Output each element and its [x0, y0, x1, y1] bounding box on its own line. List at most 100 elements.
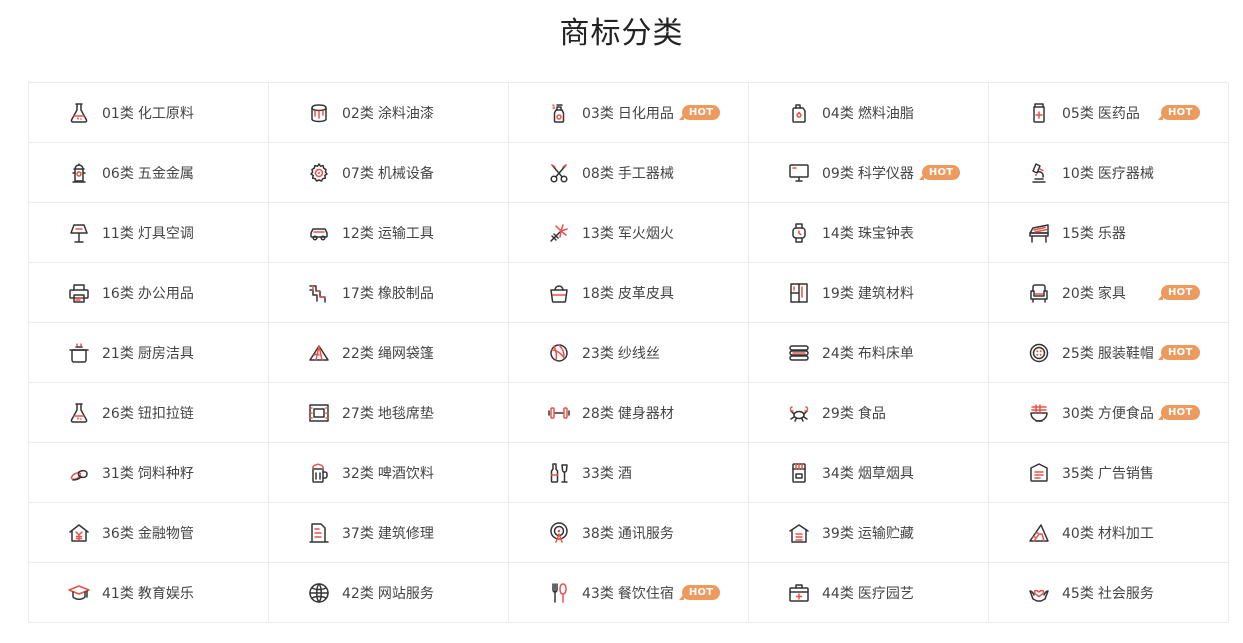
- category-item-27[interactable]: 27类 地毯席垫: [269, 383, 509, 443]
- category-item-01[interactable]: 01类 化工原料: [29, 83, 269, 143]
- category-item-28[interactable]: 28类 健身器材: [509, 383, 749, 443]
- category-name: 食品: [857, 405, 886, 422]
- category-name: 服装鞋帽: [1097, 345, 1154, 362]
- category-item-39[interactable]: 39类 运输贮藏: [749, 503, 989, 563]
- category-number: 03类: [582, 105, 614, 122]
- category-item-25[interactable]: 25类 服装鞋帽 HOT: [989, 323, 1229, 383]
- category-item-35[interactable]: 35类 广告销售: [989, 443, 1229, 503]
- category-item-09[interactable]: 09类 科学仪器 HOT: [749, 143, 989, 203]
- category-item-05[interactable]: 05类 医药品 HOT: [989, 83, 1229, 143]
- category-number: 28类: [582, 405, 614, 422]
- handbag-icon: [547, 281, 571, 305]
- printer-icon: [67, 281, 91, 305]
- category-item-33[interactable]: 33类酒: [509, 443, 749, 503]
- building-icon: [307, 521, 331, 545]
- category-item-37[interactable]: 37类 建筑修理: [269, 503, 509, 563]
- crab-icon: [787, 401, 811, 425]
- category-item-19[interactable]: 19类 建筑材料: [749, 263, 989, 323]
- car-icon: [307, 221, 331, 245]
- category-item-17[interactable]: 17类 橡胶制品: [269, 263, 509, 323]
- category-number: 32类: [342, 465, 374, 482]
- category-number: 31类: [102, 465, 134, 482]
- category-item-40[interactable]: 40类 材料加工: [989, 503, 1229, 563]
- armchair-icon: [1027, 281, 1051, 305]
- hot-badge: HOT: [1158, 405, 1200, 420]
- category-item-02[interactable]: 02类 涂料油漆: [269, 83, 509, 143]
- category-number: 15类: [1062, 225, 1094, 242]
- scissors-icon: [547, 161, 571, 185]
- category-name: 教育娱乐: [137, 585, 194, 602]
- category-name: 社会服务: [1097, 585, 1154, 602]
- category-item-11[interactable]: 11类 灯具空调: [29, 203, 269, 263]
- category-number: 05类: [1062, 105, 1094, 122]
- fire-hydrant-icon: [67, 161, 91, 185]
- category-item-20[interactable]: 20类 家具 HOT: [989, 263, 1229, 323]
- category-item-44[interactable]: 44类 医疗园艺: [749, 563, 989, 623]
- category-item-41[interactable]: 41类 教育娱乐: [29, 563, 269, 623]
- category-item-24[interactable]: 24类 布料床单: [749, 323, 989, 383]
- hot-badge: HOT: [1158, 285, 1200, 300]
- category-number: 17类: [342, 285, 374, 302]
- hot-badge: HOT: [678, 105, 721, 120]
- category-number: 10类: [1062, 165, 1094, 182]
- category-item-08[interactable]: 08类 手工器械: [509, 143, 749, 203]
- flask-icon: [67, 401, 91, 425]
- category-number: 35类: [1062, 465, 1094, 482]
- category-name: 材料加工: [1097, 525, 1154, 542]
- category-item-13[interactable]: 13类 军火烟火: [509, 203, 749, 263]
- signal-tower-icon: [547, 521, 571, 545]
- category-item-36[interactable]: 36类 金融物管: [29, 503, 269, 563]
- watch-icon: [787, 221, 811, 245]
- dumbbell-icon: [547, 401, 571, 425]
- medical-kit-icon: [787, 581, 811, 605]
- category-number: 16类: [102, 285, 134, 302]
- category-item-31[interactable]: 31类 饲料种籽: [29, 443, 269, 503]
- category-item-30[interactable]: 30类 方便食品 HOT: [989, 383, 1229, 443]
- category-number: 13类: [582, 225, 614, 242]
- monitor-icon: [787, 161, 811, 185]
- category-name: 酒: [617, 465, 632, 482]
- paint-bucket-icon: [307, 101, 331, 125]
- category-item-15[interactable]: 15类 乐器: [989, 203, 1229, 263]
- category-item-21[interactable]: 21类 厨房洁具: [29, 323, 269, 383]
- category-item-12[interactable]: 12类 运输工具: [269, 203, 509, 263]
- category-item-43[interactable]: 43类 餐饮住宿 HOT: [509, 563, 749, 623]
- category-item-16[interactable]: 16类 办公用品: [29, 263, 269, 323]
- category-item-22[interactable]: 22类 绳网袋篷: [269, 323, 509, 383]
- noodle-bowl-icon: [1027, 401, 1051, 425]
- category-item-32[interactable]: 32类 啤酒饮料: [269, 443, 509, 503]
- category-item-06[interactable]: 06类 五金金属: [29, 143, 269, 203]
- building-panel-icon: [787, 281, 811, 305]
- category-name: 布料床单: [857, 345, 914, 362]
- category-item-18[interactable]: 18类 皮革皮具: [509, 263, 749, 323]
- category-item-42[interactable]: 42类 网站服务: [269, 563, 509, 623]
- seed-icon: [67, 461, 91, 485]
- cooking-pot-icon: [67, 341, 91, 365]
- category-item-29[interactable]: 29类 食品: [749, 383, 989, 443]
- category-item-04[interactable]: 04类 燃料油脂: [749, 83, 989, 143]
- category-item-07[interactable]: 07类 机械设备: [269, 143, 509, 203]
- yarn-ball-icon: [547, 341, 571, 365]
- category-item-45[interactable]: 45类 社会服务: [989, 563, 1229, 623]
- medicine-bottle-icon: [1027, 101, 1051, 125]
- category-name: 绳网袋篷: [377, 345, 434, 362]
- house-yuan-icon: [67, 521, 91, 545]
- category-name: 地毯席垫: [377, 405, 434, 422]
- hot-badge: HOT: [1158, 345, 1200, 360]
- category-item-10[interactable]: 10类 医疗器械: [989, 143, 1229, 203]
- category-number: 40类: [1062, 525, 1094, 542]
- cigarette-box-icon: [787, 461, 811, 485]
- category-item-14[interactable]: 14类 珠宝钟表: [749, 203, 989, 263]
- category-number: 04类: [822, 105, 854, 122]
- category-name: 医药品: [1097, 105, 1140, 122]
- category-number: 11类: [102, 225, 134, 242]
- category-name: 化工原料: [137, 105, 194, 122]
- category-item-26[interactable]: 26类 钮扣拉链: [29, 383, 269, 443]
- category-number: 34类: [822, 465, 854, 482]
- category-item-03[interactable]: 03类 日化用品 HOT: [509, 83, 749, 143]
- category-item-23[interactable]: 23类 纱线丝: [509, 323, 749, 383]
- category-item-38[interactable]: 38类 通讯服务: [509, 503, 749, 563]
- category-number: 07类: [342, 165, 374, 182]
- category-name: 医疗园艺: [857, 585, 914, 602]
- category-item-34[interactable]: 34类 烟草烟具: [749, 443, 989, 503]
